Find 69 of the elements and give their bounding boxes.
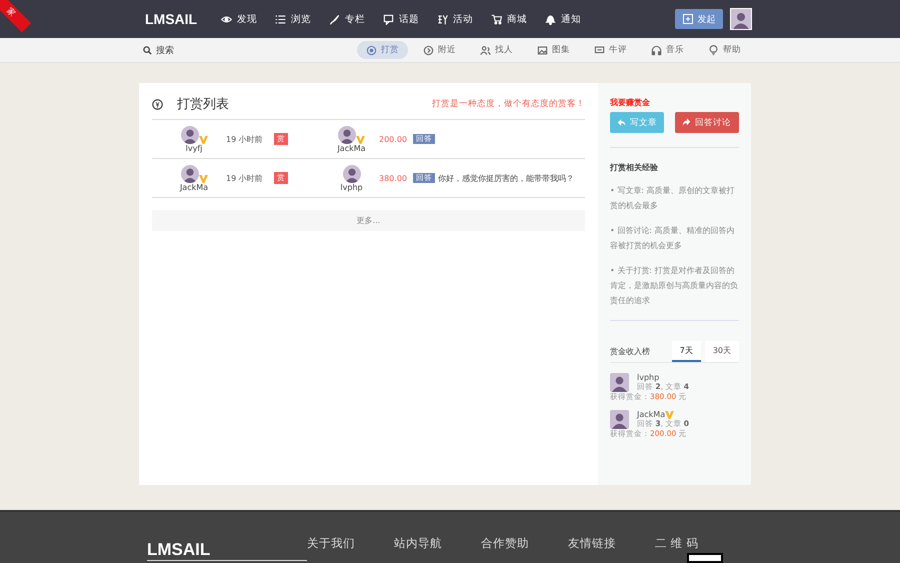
amount-text: 200.00 — [379, 134, 408, 144]
footer-heading: 二 维 码 — [655, 536, 700, 551]
nav-link[interactable]: 发现 — [221, 12, 258, 26]
period-tab[interactable]: 30天 — [704, 341, 739, 362]
yen-icon — [152, 98, 163, 110]
footer-heading: 友情链接 — [568, 536, 617, 551]
user-name[interactable]: JackMa — [337, 144, 366, 152]
avatar[interactable] — [338, 126, 356, 144]
earn-title: 我要赚赏金 — [610, 97, 651, 108]
subnav-tab[interactable]: 附近 — [414, 41, 465, 59]
subnav-tab[interactable]: 牛评 — [585, 41, 636, 59]
comment-icon — [594, 44, 605, 56]
search-icon — [143, 46, 152, 54]
bulb-icon — [708, 44, 719, 56]
search-link[interactable]: 搜索 — [143, 44, 357, 56]
user-name[interactable]: JackMa — [180, 182, 208, 192]
list-icon — [275, 14, 286, 24]
user-name[interactable]: JackMa — [637, 410, 666, 419]
section-title: 打赏列表 — [177, 96, 230, 113]
tip-text: • 关于打赏: 打赏是对作者及回答的肯定，是激励原创与高质量内容的负责任的追求 — [610, 265, 739, 307]
user-name[interactable]: lvyfj — [186, 144, 202, 152]
subnav-tab[interactable]: 图集 — [528, 41, 579, 59]
avatar[interactable] — [180, 164, 198, 182]
nav-link[interactable]: 浏览 — [275, 12, 312, 26]
people-icon — [480, 44, 491, 56]
footer-logo[interactable]: LMSAIL — [147, 540, 307, 561]
nav-link[interactable]: 活动 — [437, 12, 474, 26]
avatar[interactable] — [730, 8, 752, 30]
nav-link[interactable]: 专栏 — [329, 12, 366, 26]
add-icon — [682, 14, 692, 24]
user-name[interactable]: lvphp — [637, 373, 660, 382]
feather-icon — [329, 14, 340, 24]
answer-link[interactable]: 你好，感觉你挺厉害的，能带带我吗？ — [438, 172, 574, 184]
chat-icon — [383, 14, 394, 24]
slogan-text: 打赏是一种态度，做个有态度的赏客！ — [432, 98, 585, 110]
period-tab[interactable]: 7天 — [672, 341, 701, 362]
answer-button[interactable]: 回答讨论 — [675, 112, 739, 133]
subnav-tab[interactable]: 音乐 — [642, 41, 693, 59]
headphones-icon — [651, 44, 662, 56]
user-name[interactable]: lvphp — [340, 182, 363, 192]
nav-link[interactable]: 商城 — [491, 12, 528, 26]
avatar[interactable] — [610, 410, 629, 429]
cart-icon — [491, 14, 502, 24]
tips-title: 打赏相关经验 — [610, 162, 659, 173]
tip-text: • 回答讨论: 高质量、精准的回答内容被打赏的机会更多 — [610, 225, 736, 252]
image-icon — [537, 44, 548, 56]
avatar[interactable] — [342, 164, 360, 182]
avatar[interactable] — [610, 373, 629, 392]
reply-arrow-icon — [617, 118, 626, 127]
site-logo[interactable]: LMSAIL — [145, 11, 198, 27]
time-text: 19 小时前 — [226, 172, 264, 184]
amount-text: 380.00 — [379, 174, 408, 182]
tip-text: • 写文章: 高质量、原创的文章被打赏的机会最多 — [610, 185, 736, 212]
target-icon — [366, 44, 377, 56]
time-text: 19 小时前 — [226, 134, 264, 144]
eye-icon — [221, 14, 232, 24]
footer-heading: 站内导航 — [394, 536, 443, 551]
avatar[interactable] — [180, 126, 198, 144]
activity-icon — [437, 14, 448, 24]
nav-link[interactable]: 话题 — [383, 12, 420, 26]
share-arrow-icon — [682, 118, 691, 127]
ranking-title: 赏金收入榜 — [610, 346, 651, 358]
footer-heading: 合作赞助 — [481, 536, 530, 551]
bell-icon — [545, 14, 556, 24]
subnav-tab[interactable]: 帮助 — [699, 41, 750, 59]
compass-icon — [423, 44, 434, 56]
subnav-tab[interactable]: 找人 — [471, 41, 522, 59]
footer-heading: 关于我们 — [307, 536, 356, 551]
nav-link[interactable]: 通知 — [545, 12, 582, 26]
